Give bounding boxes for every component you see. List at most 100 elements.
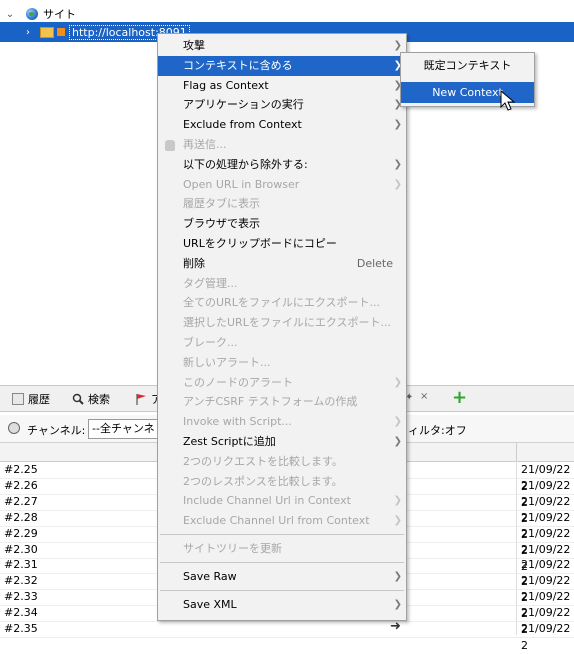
menu-item-label: Exclude from Context <box>183 118 302 131</box>
menu-item-compare-responses[interactable]: 2つのレスポンスを比較します。 <box>158 472 406 492</box>
table-row[interactable]: #2.35 21/09/22 2 <box>0 620 574 652</box>
menu-item-export-selected-urls[interactable]: 選択したURLをファイルにエクスポート... <box>158 313 406 333</box>
menu-item-label: ブレーク... <box>183 336 238 349</box>
globe-icon <box>26 8 38 20</box>
chevron-right-icon: ❯ <box>393 179 402 190</box>
flag-icon <box>57 28 65 36</box>
menu-item-label: 2つのレスポンスを比較します。 <box>183 475 343 488</box>
filter-status: ィルタ:オフ <box>408 424 467 437</box>
menu-item-label: アンチCSRF テストフォームの作成 <box>183 395 358 408</box>
tab-search[interactable]: 検索 <box>72 390 110 408</box>
chevron-down-icon[interactable]: ⌄ <box>4 9 16 20</box>
menu-item-attack[interactable]: 攻撃 ❯ <box>158 36 406 56</box>
menu-item-node-alerts[interactable]: このノードのアラート ❯ <box>158 373 406 393</box>
tab-label: 検索 <box>88 393 110 406</box>
menu-item-invoke-with-script[interactable]: Invoke with Script... ❯ <box>158 412 406 432</box>
row-id: #2.26 <box>4 478 38 492</box>
add-icon[interactable]: + <box>452 387 467 408</box>
tree-node-sites[interactable]: ⌄ サイト <box>0 4 76 24</box>
menu-item-save-raw[interactable]: Save Raw ❯ <box>158 567 406 587</box>
menu-item-label: Invoke with Script... <box>183 415 292 428</box>
chevron-right-icon: ❯ <box>393 436 402 447</box>
context-menu: 攻撃 ❯ コンテキストに含める ❯ Flag as Context ❯ アプリケーショ… <box>157 33 407 621</box>
menu-item-label: URLをクリップボードにコピー <box>183 237 337 250</box>
menu-separator <box>160 534 404 535</box>
menu-item-label: 全てのURLをファイルにエクスポート... <box>183 296 380 309</box>
menu-item-label: アプリケーションの実行 <box>183 98 304 111</box>
chevron-right-icon: ❯ <box>393 377 402 388</box>
menu-item-include-channel-url[interactable]: Include Channel Url in Context ❯ <box>158 491 406 511</box>
chevron-right-icon: ❯ <box>393 571 402 582</box>
menu-item-label: 以下の処理から除外する: <box>183 158 308 171</box>
menu-item-show-in-browser[interactable]: ブラウザで表示 <box>158 214 406 234</box>
menu-item-exclude-channel-url[interactable]: Exclude Channel Url from Context ❯ <box>158 511 406 531</box>
row-id: #2.32 <box>4 574 38 588</box>
row-id: #2.28 <box>4 510 38 524</box>
menu-item-new-alert[interactable]: 新しいアラート... <box>158 353 406 373</box>
menu-item-manage-tags[interactable]: タグ管理... <box>158 274 406 294</box>
menu-item-break[interactable]: ブレーク... <box>158 333 406 353</box>
menu-item-delete[interactable]: 削除 Delete <box>158 254 406 274</box>
channel-icon <box>8 422 20 434</box>
menu-item-label: 削除 <box>183 257 205 270</box>
chevron-right-icon: ❯ <box>393 159 402 170</box>
menu-item-label: Open URL in Browser <box>183 178 300 191</box>
menu-item-label: Exclude Channel Url from Context <box>183 514 370 527</box>
chevron-right-icon[interactable]: › <box>22 27 34 38</box>
row-id: #2.29 <box>4 526 38 540</box>
row-time: 21/09/22 2 <box>521 622 571 652</box>
menu-item-label: 2つのリクエストを比較します。 <box>183 455 343 468</box>
chevron-right-icon: ❯ <box>393 119 402 130</box>
chevron-right-icon: ❯ <box>393 495 402 506</box>
history-icon <box>12 393 24 405</box>
search-icon <box>72 393 84 405</box>
chevron-right-icon: ❯ <box>393 416 402 427</box>
menu-item-label: 選択したURLをファイルにエクスポート... <box>183 316 391 329</box>
row-id: #2.25 <box>4 463 38 476</box>
menu-item-label: Save Raw <box>183 570 237 583</box>
folder-icon <box>40 26 54 38</box>
flag-red-icon <box>135 393 147 405</box>
menu-item-exclude-from-context[interactable]: Exclude from Context ❯ <box>158 115 406 135</box>
menu-item-add-to-zest[interactable]: Zest Scriptに追加 ❯ <box>158 432 406 452</box>
menu-item-label: Include Channel Url in Context <box>183 494 351 507</box>
close-icon[interactable]: × <box>420 391 428 402</box>
tab-history[interactable]: 履歴 <box>12 390 50 408</box>
menu-item-show-in-history[interactable]: 履歴タブに表示 <box>158 194 406 214</box>
menu-item-anti-csrf-form[interactable]: アンチCSRF テストフォームの作成 <box>158 392 406 412</box>
menu-item-compare-requests[interactable]: 2つのリクエストを比較します。 <box>158 452 406 472</box>
menu-item-include-in-context[interactable]: コンテキストに含める ❯ <box>158 56 406 76</box>
column-header-time[interactable] <box>517 443 574 462</box>
menu-item-save-xml[interactable]: Save XML ❯ <box>158 595 406 615</box>
menu-item-exclude-from[interactable]: 以下の処理から除外する: ❯ <box>158 155 406 175</box>
menu-item-refresh-sites-tree[interactable]: サイトツリーを更新 <box>158 539 406 559</box>
row-id: #2.30 <box>4 542 38 556</box>
chevron-right-icon: ❯ <box>393 599 402 610</box>
menu-accelerator: Delete <box>356 257 393 270</box>
tab-label: 履歴 <box>28 393 50 406</box>
menu-separator <box>160 562 404 563</box>
menu-item-label: ブラウザで表示 <box>183 217 260 230</box>
menu-separator <box>160 590 404 591</box>
menu-item-label: 再送信... <box>183 138 227 151</box>
menu-item-open-url-in-browser[interactable]: Open URL in Browser ❯ <box>158 175 406 195</box>
row-id: #2.33 <box>4 590 38 604</box>
tree-node-label: サイト <box>43 8 76 21</box>
menu-item-label: Save XML <box>183 598 237 611</box>
menu-item-copy-url[interactable]: URLをクリップボードにコピー <box>158 234 406 254</box>
menu-item-run-application[interactable]: アプリケーションの実行 ❯ <box>158 95 406 115</box>
chevron-right-icon: ❯ <box>393 515 402 526</box>
menu-item-label: タグ管理... <box>183 277 238 290</box>
submenu-item-default-context[interactable]: 既定コンテキスト <box>401 55 534 76</box>
menu-item-label: Flag as Context <box>183 79 269 92</box>
menu-item-flag-as-context[interactable]: Flag as Context ❯ <box>158 76 406 96</box>
row-id: #2.27 <box>4 494 38 508</box>
menu-item-label: 新しいアラート... <box>183 356 271 369</box>
menu-item-export-all-urls[interactable]: 全てのURLをファイルにエクスポート... <box>158 293 406 313</box>
channel-label: チャンネル: <box>27 424 86 437</box>
row-id: #2.31 <box>4 558 38 572</box>
menu-item-label: このノードのアラート <box>183 376 293 389</box>
arrow-right-icon: ➜ <box>390 619 401 634</box>
menu-item-resend[interactable]: 再送信... <box>158 135 406 155</box>
row-id: #2.35 <box>4 622 38 635</box>
